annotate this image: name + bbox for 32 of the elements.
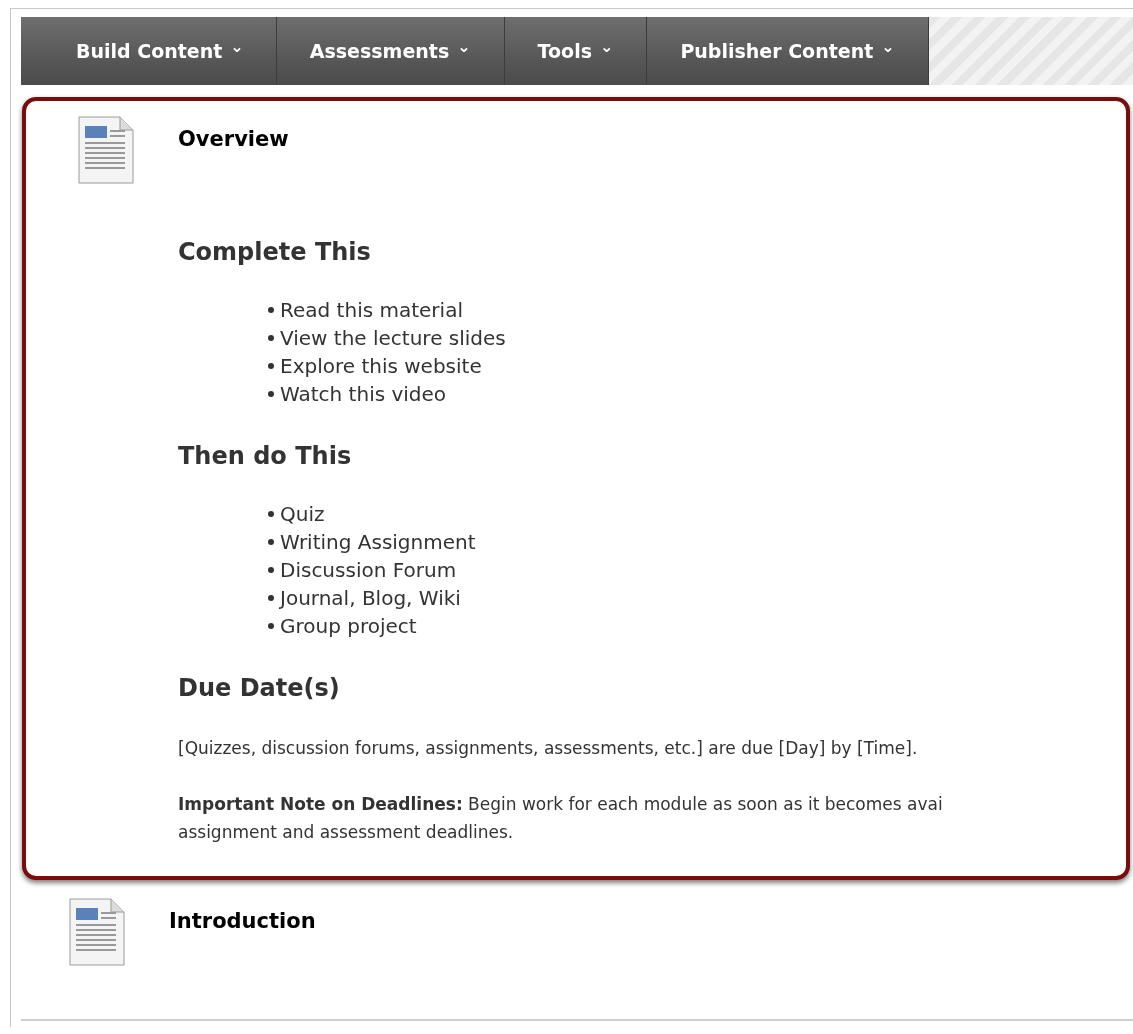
bullet-icon: [268, 510, 274, 517]
menu-button[interactable]: Publisher Content ⌄: [647, 17, 929, 85]
list-item-text: Quiz: [280, 500, 325, 528]
list-item-text: Discussion Forum: [280, 556, 457, 584]
bullet-icon: [268, 362, 274, 369]
document-icon: [69, 897, 125, 966]
list-item-text: Writing Assignment: [280, 528, 476, 556]
item-title-link[interactable]: Overview: [178, 124, 289, 156]
bullet-icon: [268, 538, 274, 545]
bullet-icon: [268, 566, 274, 573]
bullet-icon: [268, 622, 274, 629]
bullet-icon: [268, 390, 274, 397]
section-heading: Due Date(s): [178, 672, 341, 704]
list-item-text: Watch this video: [280, 380, 447, 408]
list-item-text: View the lecture slides: [280, 324, 506, 352]
list-item-text: Group project: [280, 612, 417, 640]
section-heading: Complete This: [178, 236, 372, 268]
paragraph-text: Important Note on Deadlines: Begin work for each module as soon as it becomes avai: [178, 792, 943, 816]
paragraph-text: assignment and assessment deadlines.: [178, 820, 514, 844]
menu-button[interactable]: Tools ⌄: [504, 17, 648, 85]
paragraph-text: [Quizzes, discussion forums, assignments, assessments, etc.] are due [Day] by [Time].: [178, 736, 918, 760]
list-item-text: Journal, Blog, Wiki: [280, 584, 461, 612]
section-heading: Then do This: [178, 440, 353, 472]
bullet-icon: [268, 334, 274, 341]
bullet-icon: [268, 306, 274, 313]
list-item-text: Explore this website: [280, 352, 482, 380]
item-title-link[interactable]: Introduction: [169, 905, 316, 937]
bullet-icon: [268, 594, 274, 601]
list-item-text: Read this material: [280, 296, 463, 324]
menu-button[interactable]: Assessments ⌄: [276, 17, 505, 85]
document-icon: [78, 116, 134, 184]
menu-button[interactable]: Build Content ⌄: [21, 17, 277, 85]
